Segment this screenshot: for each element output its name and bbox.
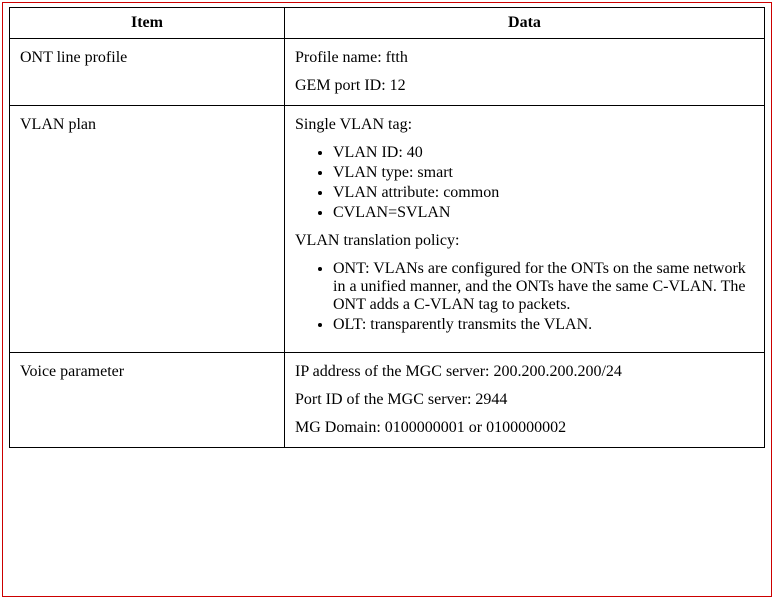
item-label: ONT line profile — [20, 49, 274, 67]
header-item: Item — [10, 8, 285, 39]
table-row: VLAN plan Single VLAN tag: VLAN ID: 40 V… — [10, 106, 765, 353]
vlan-translation-heading: VLAN translation policy: — [295, 232, 754, 250]
data-cell: Single VLAN tag: VLAN ID: 40 VLAN type: … — [285, 106, 765, 353]
item-cell: VLAN plan — [10, 106, 285, 353]
profile-name-line: Profile name: ftth — [295, 49, 754, 67]
header-data: Data — [285, 8, 765, 39]
gem-port-id-line: GEM port ID: 12 — [295, 77, 754, 95]
list-item: ONT: VLANs are configured for the ONTs o… — [333, 260, 754, 314]
table-row: ONT line profile Profile name: ftth GEM … — [10, 39, 765, 106]
mgc-ip-line: IP address of the MGC server: 200.200.20… — [295, 363, 754, 381]
data-cell: Profile name: ftth GEM port ID: 12 — [285, 39, 765, 106]
list-item: OLT: transparently transmits the VLAN. — [333, 316, 754, 334]
item-cell: ONT line profile — [10, 39, 285, 106]
vlan-translation-list: ONT: VLANs are configured for the ONTs o… — [295, 260, 754, 334]
item-label: VLAN plan — [20, 116, 274, 134]
item-label: Voice parameter — [20, 363, 274, 381]
single-vlan-heading: Single VLAN tag: — [295, 116, 754, 134]
list-item: VLAN ID: 40 — [333, 144, 754, 162]
document-frame: Item Data ONT line profile Profile name:… — [2, 2, 772, 597]
data-cell: IP address of the MGC server: 200.200.20… — [285, 353, 765, 448]
list-item: VLAN type: smart — [333, 164, 754, 182]
mg-domain-line: MG Domain: 0100000001 or 0100000002 — [295, 419, 754, 437]
config-table: Item Data ONT line profile Profile name:… — [9, 7, 765, 448]
single-vlan-list: VLAN ID: 40 VLAN type: smart VLAN attrib… — [295, 144, 754, 222]
mgc-port-line: Port ID of the MGC server: 2944 — [295, 391, 754, 409]
table-row: Voice parameter IP address of the MGC se… — [10, 353, 765, 448]
header-row: Item Data — [10, 8, 765, 39]
list-item: CVLAN=SVLAN — [333, 204, 754, 222]
item-cell: Voice parameter — [10, 353, 285, 448]
list-item: VLAN attribute: common — [333, 184, 754, 202]
